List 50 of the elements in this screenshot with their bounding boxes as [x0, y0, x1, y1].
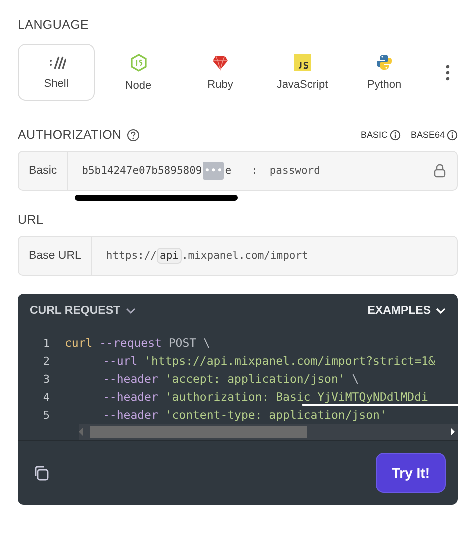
line-number: 4: [42, 390, 51, 404]
separator: :: [252, 165, 258, 177]
scroll-thumb[interactable]: [90, 426, 307, 438]
code-line: --url 'https://api.mixpanel.com/import?strict=1&: [102, 354, 436, 368]
code-line: --header 'authorization: Basic YjViMTQyNDdlMDdi: [102, 390, 428, 404]
left-arrow-icon: [79, 428, 84, 436]
code-line: --header 'accept: application/json' \: [102, 372, 360, 386]
gem-icon: [212, 54, 229, 70]
field-label: Base URL: [19, 237, 92, 275]
code-line: --header 'content-type: application/json': [102, 408, 387, 422]
copy-icon: [34, 466, 49, 480]
more-icon: [446, 64, 450, 80]
snakes-icon: [376, 54, 393, 71]
chevron-icon: [126, 308, 136, 314]
hexagon-icon: [130, 54, 146, 72]
scheme-label: Basic: [19, 152, 68, 190]
section-heading: LANGUAGE: [18, 18, 90, 32]
code-line: curl --request POST \: [65, 336, 210, 350]
language-tab[interactable]: JavaScript: [264, 44, 341, 101]
username-value: b5b14247e07b5895809 ••• e: [82, 165, 232, 177]
url-variable[interactable]: api: [157, 248, 182, 264]
url-part: https://: [106, 250, 157, 262]
try-it-button[interactable]: Try It!: [376, 453, 446, 493]
line-number: 1: [42, 336, 51, 350]
language-tab[interactable]: Node: [100, 44, 177, 101]
language-tab[interactable]: Shell: [18, 44, 95, 101]
info-link[interactable]: BASE64: [410, 130, 458, 140]
info-icon: [390, 130, 401, 140]
url-part: .mixpanel.com/import: [182, 250, 308, 262]
line-number: 3: [42, 372, 51, 386]
chevron-icon: [436, 308, 446, 314]
horizontal-scrollbar[interactable]: [79, 424, 458, 440]
language-tab[interactable]: Ruby: [182, 44, 259, 101]
password-value: password: [270, 165, 320, 177]
line-number: 5: [42, 408, 51, 422]
info-link[interactable]: BASIC: [360, 130, 401, 140]
request-dropdown[interactable]: CURL REQUEST: [30, 302, 136, 320]
info-icon: [447, 130, 458, 140]
section-heading: AUTHORIZATION: [18, 128, 122, 142]
examples-dropdown[interactable]: EXAMPLES: [368, 302, 446, 320]
right-arrow-icon: [450, 428, 455, 436]
language-tab[interactable]: Python: [346, 44, 423, 101]
js-square-icon: [294, 54, 311, 71]
lock-icon: [434, 164, 446, 178]
copy-button[interactable]: [34, 466, 49, 480]
section-heading: URL: [18, 213, 45, 227]
line-number: 2: [42, 354, 51, 368]
help-icon: [126, 128, 140, 142]
slashes-icon: [48, 56, 66, 70]
base-url-field[interactable]: Base URL https:// api .mixpanel.com/import: [18, 236, 458, 276]
